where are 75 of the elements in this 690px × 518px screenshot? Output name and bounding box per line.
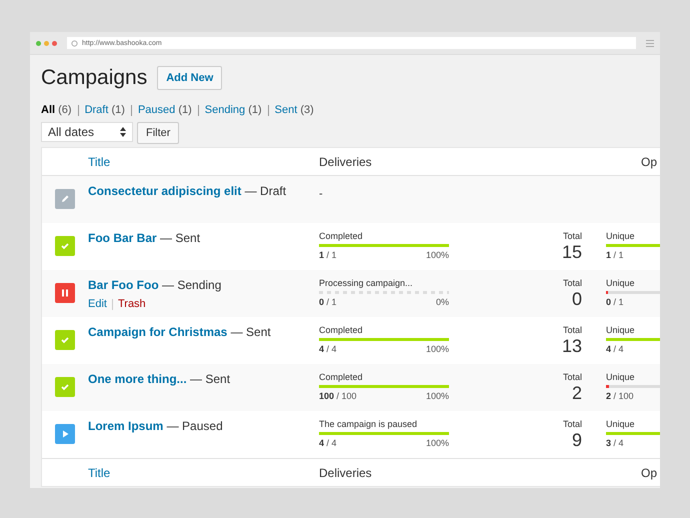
unique-label: Unique	[606, 278, 636, 288]
progress-percent: 0%	[436, 297, 449, 307]
unique-count: 2 / 100	[606, 391, 634, 401]
progress-percent: 100%	[426, 391, 449, 401]
progress-count: 4 / 4	[319, 344, 337, 354]
total-value: 0	[572, 288, 582, 310]
progress-label: Processing campaign...	[319, 278, 414, 288]
page-title: Campaigns	[41, 66, 148, 90]
filter-button[interactable]: Filter	[137, 122, 180, 144]
total-label: Total	[562, 372, 582, 382]
trash-link[interactable]: Trash	[118, 298, 146, 310]
progress-percent: 100%	[426, 438, 449, 448]
column-header: Op	[640, 466, 658, 480]
check-icon[interactable]	[55, 377, 75, 397]
unique-count: 4 / 4	[606, 344, 624, 354]
campaign-status: — Sent	[230, 325, 271, 339]
progress-count: 100 / 100	[319, 391, 357, 401]
campaign-status: — Sending	[162, 278, 222, 292]
column-header: Deliveries	[319, 154, 373, 168]
campaign-title-link[interactable]: Consectetur adipiscing elit	[88, 184, 242, 198]
progress-count: 0 / 1	[319, 297, 337, 307]
column-header[interactable]: Title	[88, 154, 319, 168]
campaign-status: — Sent	[160, 231, 200, 245]
unique-count: 1 / 1	[606, 250, 624, 260]
progress-label: Completed	[319, 231, 364, 241]
column-header[interactable]: Title	[88, 466, 319, 480]
unique-count: 0 / 1	[606, 297, 624, 307]
filter-link[interactable]: All (6)	[41, 104, 72, 116]
total-value: 13	[562, 335, 582, 357]
unique-label: Unique	[606, 231, 636, 241]
check-icon[interactable]	[55, 236, 75, 256]
campaign-status: — Sent	[190, 372, 230, 386]
total-label: Total	[562, 278, 582, 288]
add-new-button[interactable]: Add New	[157, 66, 222, 90]
total-label: Total	[562, 325, 582, 335]
total-label: Total	[562, 231, 582, 241]
campaign-title-link[interactable]: Foo Bar Bar	[88, 231, 157, 245]
menu-icon[interactable]	[646, 40, 654, 46]
total-value: 15	[562, 241, 582, 263]
window-controls-icon[interactable]	[36, 40, 57, 46]
updown-arrows-icon[interactable]	[120, 127, 126, 137]
filter-link[interactable]: Paused (1)	[138, 104, 192, 116]
column-header: Deliveries	[319, 466, 373, 480]
progress-percent: 100%	[426, 250, 449, 260]
total-label: Total	[562, 419, 582, 429]
pause-icon[interactable]	[55, 283, 75, 303]
progress-percent: 100%	[426, 344, 449, 354]
unique-label: Unique	[606, 419, 636, 429]
campaign-status: — Draft	[244, 184, 286, 198]
unique-count: 3 / 4	[606, 438, 624, 448]
total-value: 9	[572, 429, 582, 451]
column-header: Op	[640, 154, 658, 168]
unique-label: Unique	[606, 325, 636, 335]
reload-icon[interactable]	[71, 40, 78, 46]
campaign-title-link[interactable]: One more thing...	[88, 372, 187, 386]
check-icon[interactable]	[55, 330, 75, 350]
pencil-icon[interactable]	[55, 189, 75, 209]
progress-label: The campaign is paused	[319, 419, 418, 429]
edit-link[interactable]: Edit	[88, 298, 107, 310]
deliveries-text: -	[319, 188, 323, 200]
progress-label: Completed	[319, 325, 364, 335]
filter-link[interactable]: Draft (1)	[84, 104, 125, 116]
date-select[interactable]: All dates	[41, 122, 133, 142]
campaign-title-link[interactable]: Campaign for Christmas	[88, 325, 228, 339]
unique-label: Unique	[606, 372, 636, 382]
play-icon[interactable]	[55, 424, 75, 444]
campaign-status: — Paused	[166, 419, 223, 433]
total-value: 2	[572, 382, 582, 404]
campaign-title-link[interactable]: Lorem Ipsum	[88, 419, 164, 433]
filter-link[interactable]: Sending (1)	[204, 104, 262, 116]
filter-link[interactable]: Sent (3)	[274, 104, 314, 116]
progress-count: 1 / 1	[319, 250, 337, 260]
campaign-title-link[interactable]: Bar Foo Foo	[88, 278, 159, 292]
progress-label: Completed	[319, 372, 364, 382]
progress-count: 4 / 4	[319, 438, 337, 448]
